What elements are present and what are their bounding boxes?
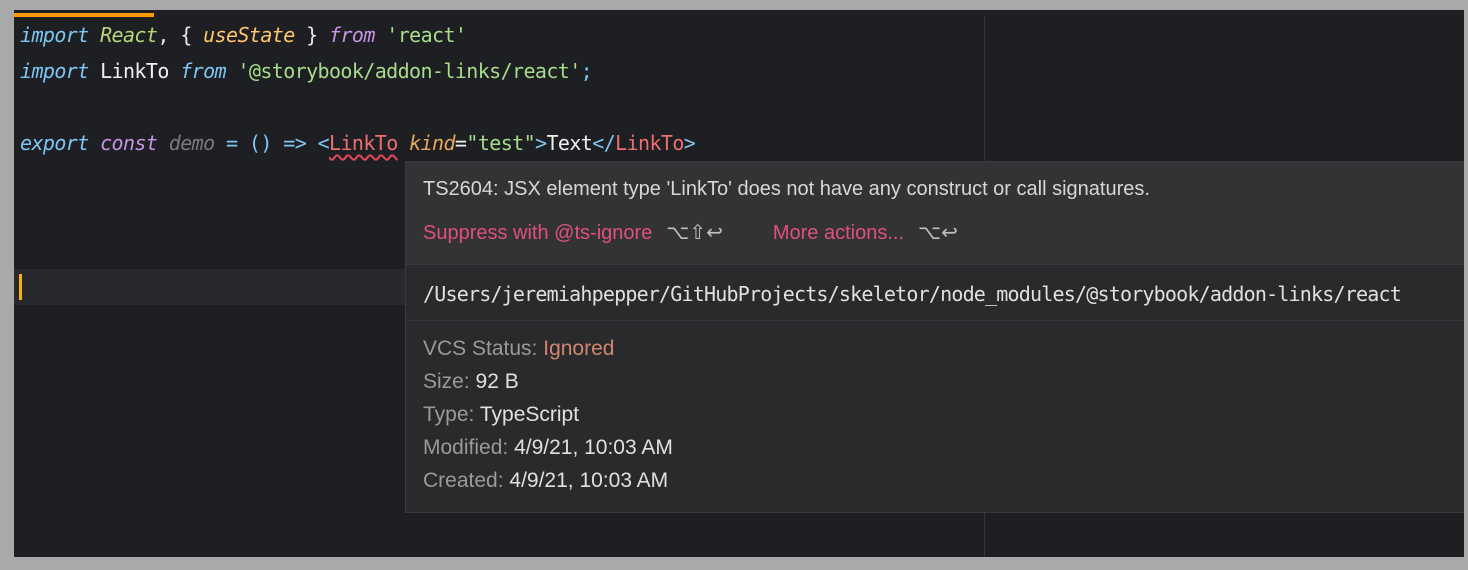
- popup-divider: [406, 264, 1464, 265]
- suppress-shortcut: ⌥⇧↩: [666, 222, 723, 244]
- keyword-from: from: [180, 59, 226, 83]
- code-editor[interactable]: import React, { useState } from 'react' …: [14, 10, 1464, 557]
- punctuation: ;: [580, 59, 593, 83]
- operator: </: [592, 131, 616, 155]
- string-literal: 'react': [386, 23, 467, 47]
- popup-divider: [406, 320, 1464, 321]
- created-value: 4/9/21, 10:03 AM: [509, 469, 669, 492]
- operator: =: [226, 131, 238, 155]
- more-actions-shortcut: ⌥↩: [918, 222, 958, 244]
- operator: <: [317, 131, 330, 155]
- code-line-2[interactable]: import LinkTo from '@storybook/addon-lin…: [20, 53, 593, 89]
- jsx-attribute: kind: [409, 131, 455, 155]
- punctuation: ,: [157, 23, 169, 47]
- suppress-ts-ignore-link[interactable]: Suppress with @ts-ignore: [423, 222, 652, 244]
- operator: >: [535, 131, 547, 155]
- keyword-from: from: [329, 23, 375, 47]
- text-caret: [19, 274, 22, 300]
- more-actions-link[interactable]: More actions...: [773, 222, 904, 244]
- vcs-status-label: VCS Status:: [423, 337, 538, 360]
- string-literal: "test": [466, 131, 536, 155]
- popup-error-section: TS2604: JSX element type 'LinkTo' does n…: [406, 162, 1464, 264]
- keyword-import: import: [20, 23, 89, 47]
- code-line-3[interactable]: export const demo = () => <LinkTo kind="…: [20, 125, 696, 161]
- operator: >: [683, 131, 696, 155]
- created-label: Created:: [423, 469, 504, 492]
- keyword-import: import: [20, 59, 89, 83]
- string-literal: '@storybook/addon-links/react': [237, 59, 581, 83]
- modified-row: Modified: 4/9/21, 10:03 AM: [423, 431, 673, 464]
- jsx-close-tag: LinkTo: [615, 131, 684, 155]
- identifier-usestate: useState: [203, 23, 295, 47]
- keyword-export: export: [20, 131, 89, 155]
- size-value: 92 B: [475, 370, 519, 393]
- identifier-react: React: [100, 23, 158, 47]
- modified-label: Modified:: [423, 436, 509, 459]
- punctuation: {: [180, 23, 192, 47]
- operator: =>: [283, 131, 307, 155]
- file-path[interactable]: /Users/jeremiahpepper/GitHubProjects/ske…: [423, 282, 1402, 306]
- type-value: TypeScript: [479, 403, 580, 426]
- modified-value: 4/9/21, 10:03 AM: [514, 436, 673, 459]
- keyword-const: const: [100, 131, 158, 155]
- identifier-demo: demo: [168, 131, 215, 155]
- operator: =: [454, 131, 467, 155]
- file-info: VCS Status: Ignored Size: 92 B Type: Typ…: [423, 332, 673, 497]
- jsx-text: Text: [546, 131, 593, 155]
- jsx-tag-error[interactable]: LinkTo: [329, 131, 398, 155]
- type-label: Type:: [423, 403, 475, 426]
- quick-fix-actions: Suppress with @ts-ignore ⌥⇧↩ More actions.…: [423, 220, 1008, 245]
- vcs-status-row: VCS Status: Ignored: [423, 332, 673, 365]
- created-row: Created: 4/9/21, 10:03 AM: [423, 464, 673, 497]
- punctuation: }: [306, 23, 318, 47]
- type-row: Type: TypeScript: [423, 398, 673, 431]
- size-row: Size: 92 B: [423, 365, 673, 398]
- size-label: Size:: [423, 370, 470, 393]
- error-tooltip-popup: TS2604: JSX element type 'LinkTo' does n…: [405, 161, 1464, 513]
- vcs-status-value: Ignored: [543, 337, 615, 360]
- identifier-linkto: LinkTo: [100, 59, 169, 83]
- error-message: TS2604: JSX element type 'LinkTo' does n…: [423, 178, 1150, 200]
- code-line-1[interactable]: import React, { useState } from 'react': [20, 17, 467, 53]
- operator: (): [248, 131, 272, 155]
